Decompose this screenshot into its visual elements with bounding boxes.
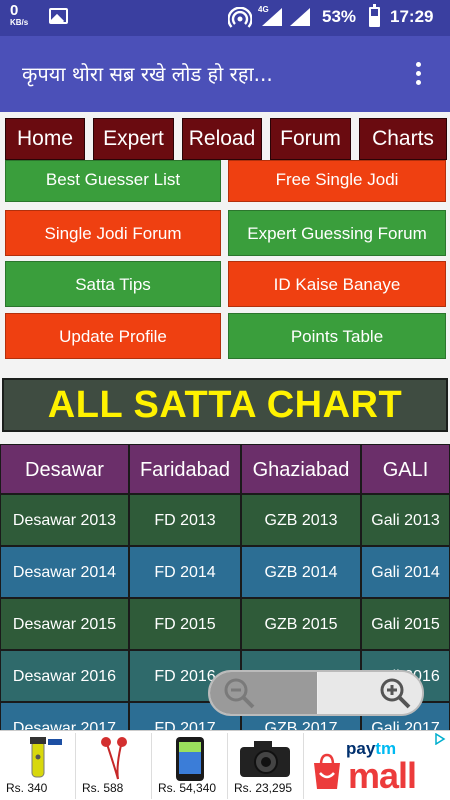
ad-item-phone[interactable]: Rs. 54,340 bbox=[154, 733, 228, 799]
trimmer-icon bbox=[30, 737, 62, 778]
satta-tips-button[interactable]: Satta Tips bbox=[5, 261, 221, 307]
chart-cell-fd-2013[interactable]: FD 2013 bbox=[129, 494, 241, 546]
gallery-icon bbox=[49, 8, 68, 24]
ad-price: Rs. 588 bbox=[82, 781, 124, 795]
ad-item-camera[interactable]: Rs. 23,295 bbox=[230, 733, 304, 799]
free-single-jodi-button[interactable]: Free Single Jodi bbox=[228, 160, 446, 202]
tab-home[interactable]: Home bbox=[5, 118, 85, 160]
ad-item-earphones[interactable]: Rs. 588 bbox=[78, 733, 152, 799]
hotspot-icon bbox=[228, 7, 252, 28]
chart-cell-gali-2013[interactable]: Gali 2013 bbox=[361, 494, 450, 546]
ad-price: Rs. 54,340 bbox=[158, 781, 217, 795]
chart-cell-desawar-2013[interactable]: Desawar 2013 bbox=[0, 494, 129, 546]
network-speed-value: 0 bbox=[10, 2, 19, 19]
tab-forum[interactable]: Forum bbox=[270, 118, 351, 160]
phone-icon bbox=[176, 737, 204, 781]
chart-cell-fd-2014[interactable]: FD 2014 bbox=[129, 546, 241, 598]
ad-item-trimmer[interactable]: Rs. 340 bbox=[2, 733, 76, 799]
app-title: कृपया थोरा सब्र रखे लोड हो रहा... bbox=[22, 62, 273, 86]
nav-tabs: Home Expert Reload Forum Charts bbox=[0, 118, 450, 160]
paytm-mall-text: mall bbox=[348, 755, 417, 796]
status-bar: 0 KB/s 4G 53% 17:29 bbox=[0, 0, 450, 36]
table-header-gali[interactable]: GALI bbox=[361, 444, 450, 494]
earphones-icon bbox=[101, 737, 127, 780]
chart-cell-gzb-2014[interactable]: GZB 2014 bbox=[241, 546, 361, 598]
tab-charts[interactable]: Charts bbox=[359, 118, 447, 160]
ad-price: Rs. 340 bbox=[6, 781, 48, 795]
tab-expert[interactable]: Expert bbox=[93, 118, 174, 160]
tab-reload[interactable]: Reload bbox=[182, 118, 262, 160]
points-table-button[interactable]: Points Table bbox=[228, 313, 446, 359]
app-screen: 0 KB/s 4G 53% 17:29 कृपया थोरा सब्र रखे … bbox=[0, 0, 450, 800]
chart-cell-desawar-2015[interactable]: Desawar 2015 bbox=[0, 598, 129, 650]
paytm-mall-ad[interactable]: paytm mall bbox=[308, 733, 448, 799]
signal-icon-2 bbox=[290, 8, 310, 26]
best-guesser-list-button[interactable]: Best Guesser List bbox=[5, 160, 221, 202]
table-header-desawar[interactable]: Desawar bbox=[0, 444, 129, 494]
battery-icon bbox=[369, 4, 380, 27]
camera-icon bbox=[240, 741, 290, 777]
chart-cell-gali-2015[interactable]: Gali 2015 bbox=[361, 598, 450, 650]
chart-cell-desawar-2014[interactable]: Desawar 2014 bbox=[0, 546, 129, 598]
table-header-ghaziabad[interactable]: Ghaziabad bbox=[241, 444, 361, 494]
chart-cell-gzb-2015[interactable]: GZB 2015 bbox=[241, 598, 361, 650]
chart-cell-fd-2015[interactable]: FD 2015 bbox=[129, 598, 241, 650]
zoom-control bbox=[208, 670, 424, 716]
zoom-out-button[interactable] bbox=[210, 672, 317, 714]
battery-percent: 53% bbox=[322, 7, 357, 26]
chart-cell-gzb-2013[interactable]: GZB 2013 bbox=[241, 494, 361, 546]
shopping-bag-icon bbox=[314, 753, 340, 789]
zoom-out-icon bbox=[224, 678, 255, 709]
update-profile-button[interactable]: Update Profile bbox=[5, 313, 221, 359]
clock: 17:29 bbox=[390, 7, 434, 26]
expert-guessing-forum-button[interactable]: Expert Guessing Forum bbox=[228, 210, 446, 256]
overflow-menu-icon[interactable] bbox=[414, 62, 422, 88]
table-header-faridabad[interactable]: Faridabad bbox=[129, 444, 241, 494]
network-speed-unit: KB/s bbox=[10, 18, 29, 27]
app-bar: कृपया थोरा सब्र रखे लोड हो रहा... bbox=[0, 36, 450, 112]
chart-cell-desawar-2016[interactable]: Desawar 2016 bbox=[0, 650, 129, 702]
network-speed: 0 KB/s bbox=[10, 3, 28, 27]
all-satta-chart-banner: ALL SATTA CHART bbox=[2, 378, 448, 432]
zoom-in-button[interactable] bbox=[318, 672, 422, 714]
ad-banner[interactable]: Rs. 340 Rs. 588 Rs. 54,340 Rs. 23,295 pa… bbox=[0, 730, 450, 800]
signal-icon bbox=[262, 8, 282, 26]
chart-cell-gali-2014[interactable]: Gali 2014 bbox=[361, 546, 450, 598]
id-kaise-banaye-button[interactable]: ID Kaise Banaye bbox=[228, 261, 446, 307]
single-jodi-forum-button[interactable]: Single Jodi Forum bbox=[5, 210, 221, 256]
zoom-in-icon bbox=[380, 678, 411, 709]
ad-price: Rs. 23,295 bbox=[234, 781, 293, 795]
ad-choices-icon[interactable] bbox=[434, 733, 446, 745]
